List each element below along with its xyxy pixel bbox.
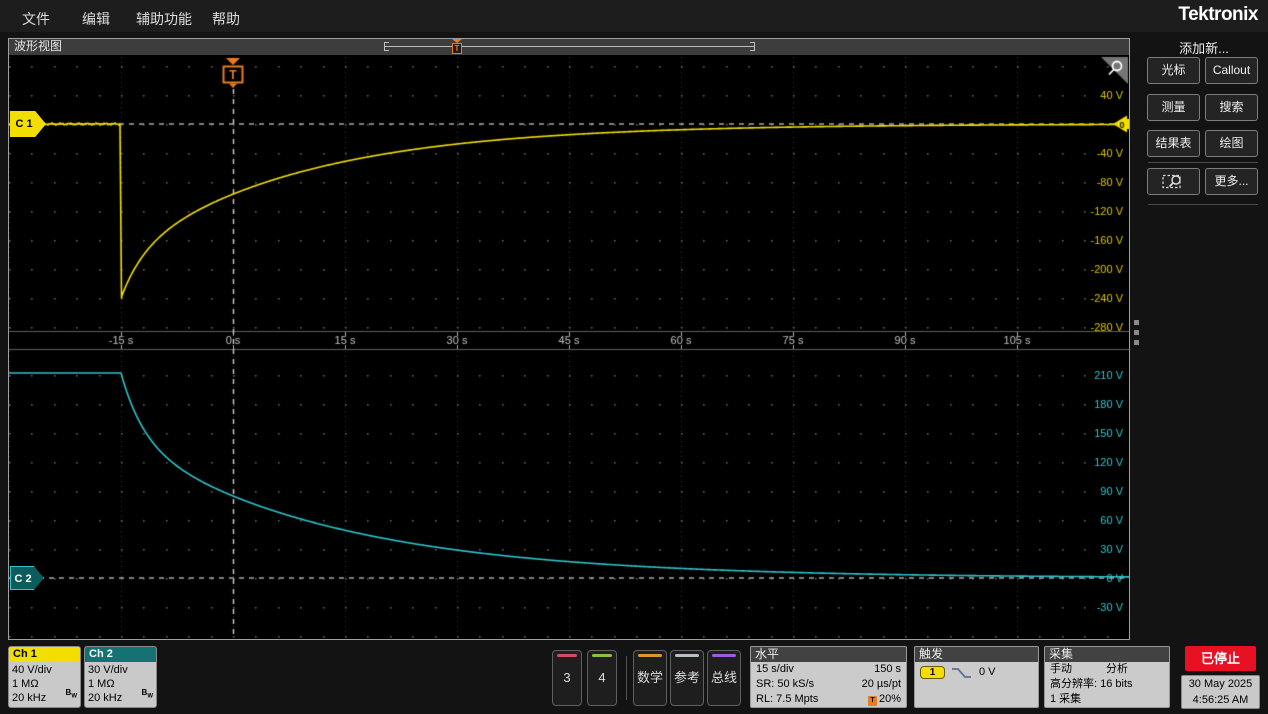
channel2-settings-badge[interactable]: Ch 2 30 V/div 1 MΩ 20 kHz BW	[84, 646, 157, 708]
minimap-trigger-t-icon: T	[452, 43, 462, 54]
date-text: 30 May 2025	[1182, 676, 1259, 692]
channel3-button[interactable]: 3	[552, 650, 582, 706]
sidebar-separator	[1148, 204, 1258, 205]
acquisition-mode: 手动	[1050, 662, 1072, 677]
menu-item-utility[interactable]: 辅助功能	[136, 9, 192, 29]
horizontal-settings-panel[interactable]: 水平 15 s/div 150 s SR: 50 kS/s 20 µs/pt R…	[750, 646, 907, 708]
search-button[interactable]: 搜索	[1205, 94, 1258, 121]
channel1-scale: 40 V/div	[12, 663, 77, 677]
minimap-right-bracket	[750, 42, 755, 51]
point-time: 20 µs/pt	[862, 677, 901, 692]
minimap-left-bracket	[384, 42, 389, 51]
menu-item-file[interactable]: 文件	[22, 9, 50, 29]
trigger-position: T20%	[868, 692, 901, 707]
horizontal-panel-title: 水平	[751, 647, 906, 662]
tektronix-logo: Tektronix	[1178, 4, 1258, 26]
measure-button[interactable]: 测量	[1147, 94, 1200, 121]
acquisition-resolution: 高分辨率: 16 bits	[1050, 677, 1164, 692]
bandwidth-limit-icon: BW	[66, 686, 77, 704]
more-button[interactable]: 更多...	[1205, 168, 1258, 195]
record-view-minimap[interactable]: T	[384, 39, 755, 55]
cursors-button[interactable]: 光标	[1147, 57, 1200, 84]
plot-button[interactable]: 绘图	[1205, 130, 1258, 157]
results-table-button[interactable]: 结果表	[1147, 130, 1200, 157]
callout-button[interactable]: Callout	[1205, 57, 1258, 84]
sample-rate: SR: 50 kS/s	[756, 677, 814, 692]
datetime-display[interactable]: 30 May 2025 4:56:25 AM	[1181, 675, 1260, 709]
minimap-record-line	[384, 46, 755, 47]
menu-item-edit[interactable]: 编辑	[82, 9, 110, 29]
trigger-level: 0 V	[979, 665, 996, 680]
record-length: RL: 7.5 Mpts	[756, 692, 818, 707]
minimap-trigger-marker[interactable]: T	[452, 39, 463, 55]
zoom-search-icon	[1161, 173, 1187, 190]
run-stop-button[interactable]: 已停止	[1185, 646, 1256, 671]
waveform-view-title: 波形视图	[14, 39, 62, 54]
channel2-scale: 30 V/div	[88, 663, 153, 677]
trigger-source-badge: 1	[920, 666, 945, 679]
trigger-position-icon: T	[868, 696, 877, 706]
channel1-settings-badge[interactable]: Ch 1 40 V/div 1 MΩ 20 kHz BW	[8, 646, 81, 708]
zoom-mode-button[interactable]	[1147, 168, 1200, 195]
waveform-view-titlebar: 波形视图 T	[9, 39, 1129, 55]
horizontal-scale: 15 s/div	[756, 662, 794, 677]
time-text: 4:56:25 AM	[1182, 692, 1259, 708]
acquisition-panel-title: 采集	[1045, 647, 1169, 662]
ref-button[interactable]: 参考	[670, 650, 704, 706]
channel4-button[interactable]: 4	[587, 650, 617, 706]
acquisition-count: 1 采集	[1050, 692, 1164, 707]
trigger-settings-panel[interactable]: 触发 1 0 V	[914, 646, 1039, 708]
falling-edge-icon	[951, 666, 973, 680]
bus-button[interactable]: 总线	[707, 650, 741, 706]
channel2-label: Ch 2	[85, 647, 156, 662]
horizontal-duration: 150 s	[874, 662, 901, 677]
waveform-display[interactable]	[9, 55, 1129, 639]
panel-resize-handle[interactable]	[1134, 320, 1140, 354]
menu-bar: 文件 编辑 辅助功能 帮助 Tektronix	[0, 0, 1268, 32]
bottom-bar: Ch 1 40 V/div 1 MΩ 20 kHz BW Ch 2 30 V/d…	[0, 644, 1268, 714]
acquisition-analyze: 分析	[1106, 662, 1128, 677]
menu-item-help[interactable]: 帮助	[212, 9, 240, 29]
button-group-divider	[626, 656, 627, 700]
trigger-panel-title: 触发	[915, 647, 1038, 662]
channel1-label: Ch 1	[9, 647, 80, 662]
sidebar-title: 添加新...	[1146, 38, 1262, 57]
sidebar-add-new: 添加新... 光标 Callout 测量 搜索 结果表 绘图 更多...	[1146, 38, 1262, 640]
acquisition-settings-panel[interactable]: 采集 手动 分析 高分辨率: 16 bits 1 采集	[1044, 646, 1170, 708]
math-button[interactable]: 数学	[633, 650, 667, 706]
waveform-view-panel: 波形视图 T C 1 C 2	[8, 38, 1130, 640]
sidebar-separator	[1148, 162, 1258, 163]
bandwidth-limit-icon: BW	[142, 686, 153, 704]
